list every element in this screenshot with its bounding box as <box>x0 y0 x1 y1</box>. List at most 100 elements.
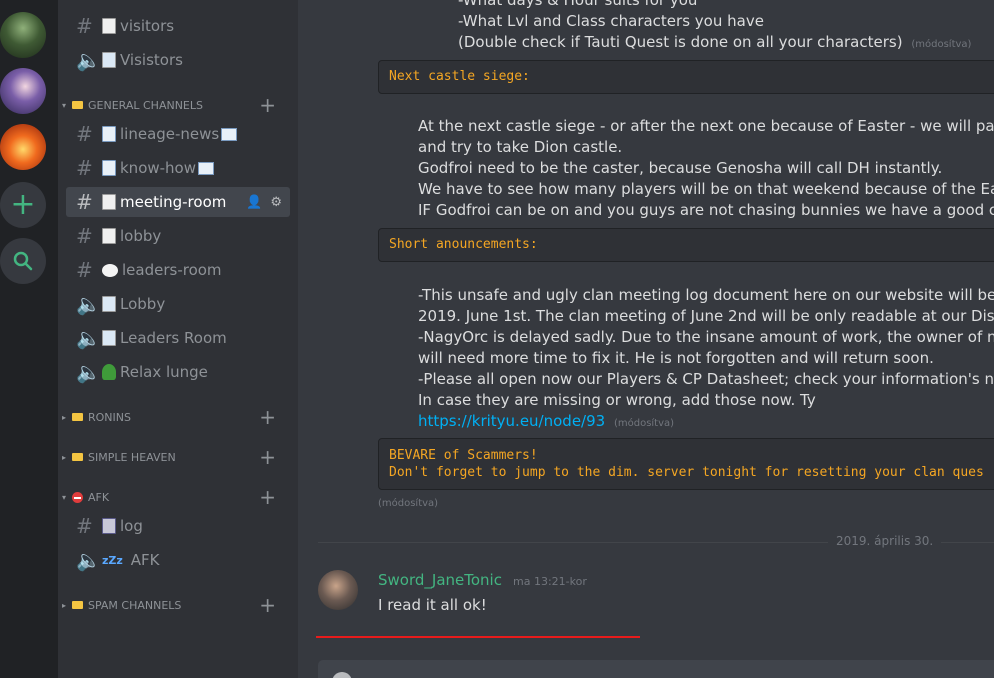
message-text-line: -Please all open now our Players & CP Da… <box>418 370 994 388</box>
hash-icon: # <box>76 514 93 538</box>
channel-name: Relax lunge <box>120 363 208 381</box>
message-text-line: Godfroi need to be the caster, because G… <box>418 159 943 177</box>
hash-icon: # <box>76 190 93 214</box>
voice-channel-relax-lunge[interactable]: 🔈 Relax lunge <box>66 357 290 387</box>
code-block-text: Next castle siege: <box>389 69 530 84</box>
newspaper-emoji-icon <box>102 160 116 176</box>
channel-lineage-news[interactable]: # lineage-news <box>66 119 290 149</box>
speaker-icon: 🔈 <box>76 48 101 72</box>
code-block-beware: BEVARE of Scammers! Don't forget to jump… <box>378 438 994 490</box>
page-emoji-icon <box>102 194 116 210</box>
channel-name: Lobby <box>120 295 166 313</box>
plus-icon: + <box>10 187 36 222</box>
edited-label: (módosítva) <box>911 39 972 50</box>
zzz-emoji-icon: zZz <box>102 553 123 567</box>
channel-meeting-room[interactable]: # meeting-room 👤 ⚙ <box>66 187 290 217</box>
category-spam-channels[interactable]: ▸ SPAM CHANNELS + <box>62 593 294 617</box>
speaker-icon: 🔈 <box>76 326 101 350</box>
channel-name: visitors <box>120 17 175 35</box>
channel-name: Leaders Room <box>120 329 227 347</box>
hash-icon: # <box>76 224 93 248</box>
code-block-text: Don't forget to jump to the dim. server … <box>389 465 984 480</box>
hash-icon: # <box>76 122 93 146</box>
message-text-line: At the next castle siege - or after the … <box>418 117 994 135</box>
explore-servers-button[interactable] <box>0 238 46 284</box>
chevron-right-icon: ▸ <box>62 600 67 610</box>
voice-channel-lobby[interactable]: 🔈 Lobby <box>66 289 290 319</box>
message-text: (Double check if Tauti Quest is done on … <box>458 33 903 51</box>
chevron-right-icon: ▸ <box>62 412 67 422</box>
chevron-down-icon: ▾ <box>62 100 67 110</box>
avatar[interactable] <box>318 570 358 610</box>
plus-icon[interactable]: + <box>259 485 276 509</box>
channel-name: meeting-room <box>120 193 227 211</box>
voice-channel-leaders-room[interactable]: 🔈 Leaders Room <box>66 323 290 353</box>
add-member-icon[interactable]: 👤 <box>246 195 262 210</box>
newspaper-emoji-icon <box>102 126 116 142</box>
speaker-icon: 🔈 <box>76 292 101 316</box>
server-icon-1[interactable] <box>0 12 46 58</box>
plus-icon[interactable]: + <box>259 445 276 469</box>
red-underline-annotation <box>316 636 640 638</box>
plus-icon[interactable]: + <box>259 593 276 617</box>
upload-plus-icon[interactable] <box>332 672 352 678</box>
message-text-line: We have to see how many players will be … <box>418 180 994 198</box>
message-username[interactable]: Sword_JaneTonic <box>378 571 502 589</box>
newspaper-emoji-icon <box>221 127 238 141</box>
edited-label: (módosítva) <box>378 498 439 509</box>
category-general-channels[interactable]: ▾ GENERAL CHANNELS + <box>62 93 294 117</box>
voice-channel-visistors[interactable]: 🔈 Visistors <box>66 45 290 75</box>
channel-name: leaders-room <box>122 261 222 279</box>
folder-icon <box>72 101 83 109</box>
category-label: GENERAL CHANNELS <box>88 98 203 112</box>
chevron-down-icon: ▾ <box>62 492 67 502</box>
category-label: SIMPLE HEAVEN <box>88 450 176 464</box>
server-rail: + <box>0 0 58 678</box>
message-text-line: 2019. June 1st. The clan meeting of June… <box>418 307 994 325</box>
channel-name: Visistors <box>120 51 183 69</box>
voice-channel-afk[interactable]: 🔈 zZz AFK <box>66 545 290 575</box>
date-divider-label: 2019. április 30. <box>828 534 942 548</box>
folder-icon <box>72 413 83 421</box>
message-link[interactable]: https://krityu.eu/node/93 <box>418 412 605 430</box>
no-entry-icon <box>72 491 83 503</box>
category-label: RONINS <box>88 410 131 424</box>
channel-log[interactable]: # log <box>66 511 290 541</box>
plus-icon[interactable]: + <box>259 93 276 117</box>
tree-emoji-icon <box>102 364 116 380</box>
category-label: AFK <box>88 490 110 504</box>
code-block-text: Short anouncements: <box>389 237 538 252</box>
message-text-line: -NagyOrc is delayed sadly. Due to the in… <box>418 328 994 346</box>
speaker-emoji-icon <box>102 52 116 68</box>
page-emoji-icon <box>102 228 116 244</box>
plus-icon[interactable]: + <box>259 405 276 429</box>
channel-leaders-room[interactable]: # leaders-room <box>66 255 290 285</box>
message-input[interactable] <box>318 660 994 678</box>
channel-name: know-how <box>120 159 197 177</box>
gear-icon[interactable]: ⚙ <box>270 195 282 210</box>
server-icon-3[interactable] <box>0 124 46 170</box>
folder-icon <box>72 453 83 461</box>
category-simple-heaven[interactable]: ▸ SIMPLE HEAVEN + <box>62 445 294 469</box>
hash-icon: # <box>76 14 93 38</box>
hash-icon: # <box>76 156 93 180</box>
code-block-short-announcements: Short anouncements: <box>378 228 994 262</box>
page-emoji-icon <box>102 18 116 34</box>
category-ronins[interactable]: ▸ RONINS + <box>62 405 294 429</box>
category-afk[interactable]: ▾ AFK + <box>62 485 294 509</box>
speech-bubble-emoji-icon <box>102 263 118 277</box>
channel-visitors[interactable]: # visitors <box>66 11 290 41</box>
code-block-text: BEVARE of Scammers! <box>389 448 538 463</box>
speaker-icon: 🔈 <box>76 548 101 572</box>
floppy-disk-emoji-icon <box>102 518 116 534</box>
message-text-line: -What Lvl and Class characters you have <box>458 12 764 30</box>
channel-lobby[interactable]: # lobby <box>66 221 290 251</box>
server-icon-2[interactable] <box>0 68 46 114</box>
category-label: SPAM CHANNELS <box>88 598 182 612</box>
search-icon <box>13 251 33 271</box>
channel-name: AFK <box>130 551 160 569</box>
add-server-button[interactable]: + <box>0 182 46 228</box>
message-text-line: (Double check if Tauti Quest is done on … <box>458 32 971 55</box>
message-text-line: -This unsafe and ugly clan meeting log d… <box>418 286 994 304</box>
channel-know-how[interactable]: # know-how <box>66 153 290 183</box>
